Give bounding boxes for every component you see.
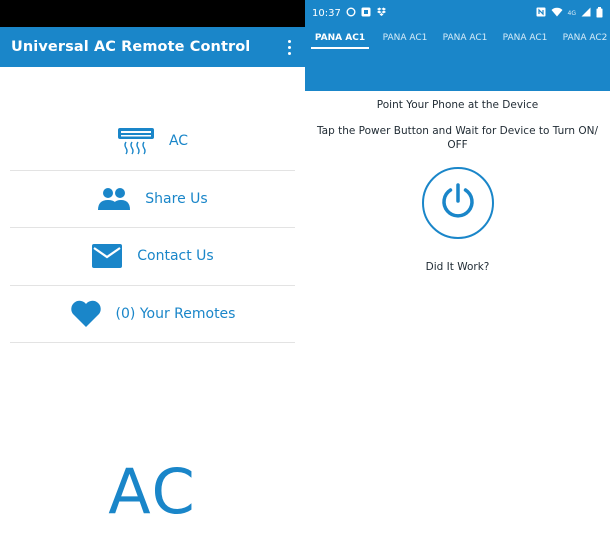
instruction-tap-power: Tap the Power Button and Wait for Device… (316, 125, 599, 151)
status-left: 10:37 (312, 7, 387, 20)
app-title: Universal AC Remote Control (11, 39, 251, 55)
dropbox-icon (376, 7, 387, 20)
circle-icon (346, 7, 356, 20)
tab-pana-ac2[interactable]: PANA AC2 (555, 33, 610, 49)
more-vert-icon[interactable] (281, 37, 297, 57)
status-time: 10:37 (312, 8, 341, 19)
nfc-icon (536, 7, 546, 20)
people-icon (97, 187, 131, 211)
mail-icon (91, 243, 123, 269)
status-right: 4G (536, 6, 603, 21)
tab-pana-ac1[interactable]: PANA AC1 (375, 33, 435, 49)
app-notification-icon (361, 7, 371, 20)
tab-pana-ac1[interactable]: PANA AC1 (495, 33, 555, 49)
menu-item-label: (0) Your Remotes (115, 305, 236, 322)
app-bar: Universal AC Remote Control (0, 27, 305, 67)
wifi-icon (551, 7, 563, 20)
right-screen: 10:37 4G PANA AC1 PANA AC1 PANA AC1 PANA… (305, 0, 610, 547)
main-menu: AC Share Us Contact Us (0) Your Remotes (10, 113, 295, 343)
battery-icon (596, 6, 603, 21)
signal-icon (581, 7, 591, 20)
power-icon (438, 181, 478, 225)
header-banner (305, 49, 610, 91)
did-it-work-link[interactable]: Did It Work? (305, 261, 610, 273)
status-bar (0, 0, 305, 27)
menu-item-label: Share Us (145, 190, 208, 207)
tab-pana-ac1[interactable]: PANA AC1 (435, 33, 495, 49)
menu-item-ac[interactable]: AC (10, 113, 295, 171)
status-bar: 10:37 4G (305, 0, 610, 27)
power-button[interactable] (422, 167, 494, 239)
menu-item-your-remotes[interactable]: (0) Your Remotes (10, 286, 295, 343)
menu-item-contact-us[interactable]: Contact Us (10, 228, 295, 286)
left-screen: Universal AC Remote Control AC Share Us … (0, 0, 305, 547)
large-ac-text: AC (108, 455, 197, 528)
heart-icon (70, 300, 102, 328)
menu-item-label: Contact Us (137, 248, 214, 265)
air-conditioner-icon (117, 127, 155, 155)
tab-pana-ac1[interactable]: PANA AC1 (305, 33, 375, 49)
menu-item-label: AC (168, 133, 189, 150)
menu-item-share-us[interactable]: Share Us (10, 171, 295, 228)
instruction-point-phone: Point Your Phone at the Device (376, 99, 539, 111)
remote-tabs: PANA AC1 PANA AC1 PANA AC1 PANA AC1 PANA… (305, 27, 610, 49)
network-label: 4G (567, 10, 576, 17)
